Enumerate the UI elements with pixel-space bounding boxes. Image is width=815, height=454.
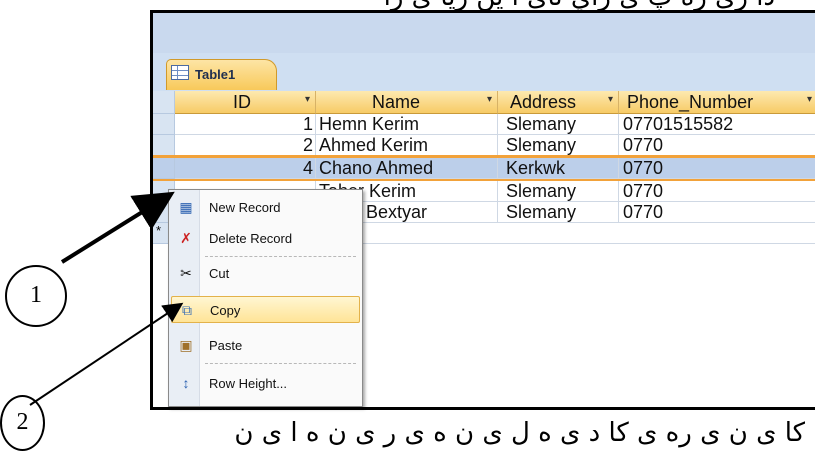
callout-2: 2 [0,395,45,451]
callout-1: 1 [5,265,67,327]
annotation-arrows [29,191,184,406]
bottom-arabic-text: کا ی ن ی ره ى کا د ی ه ل ی ن ه ی ر ی ن ه… [234,418,805,448]
arrow-1 [60,191,175,264]
